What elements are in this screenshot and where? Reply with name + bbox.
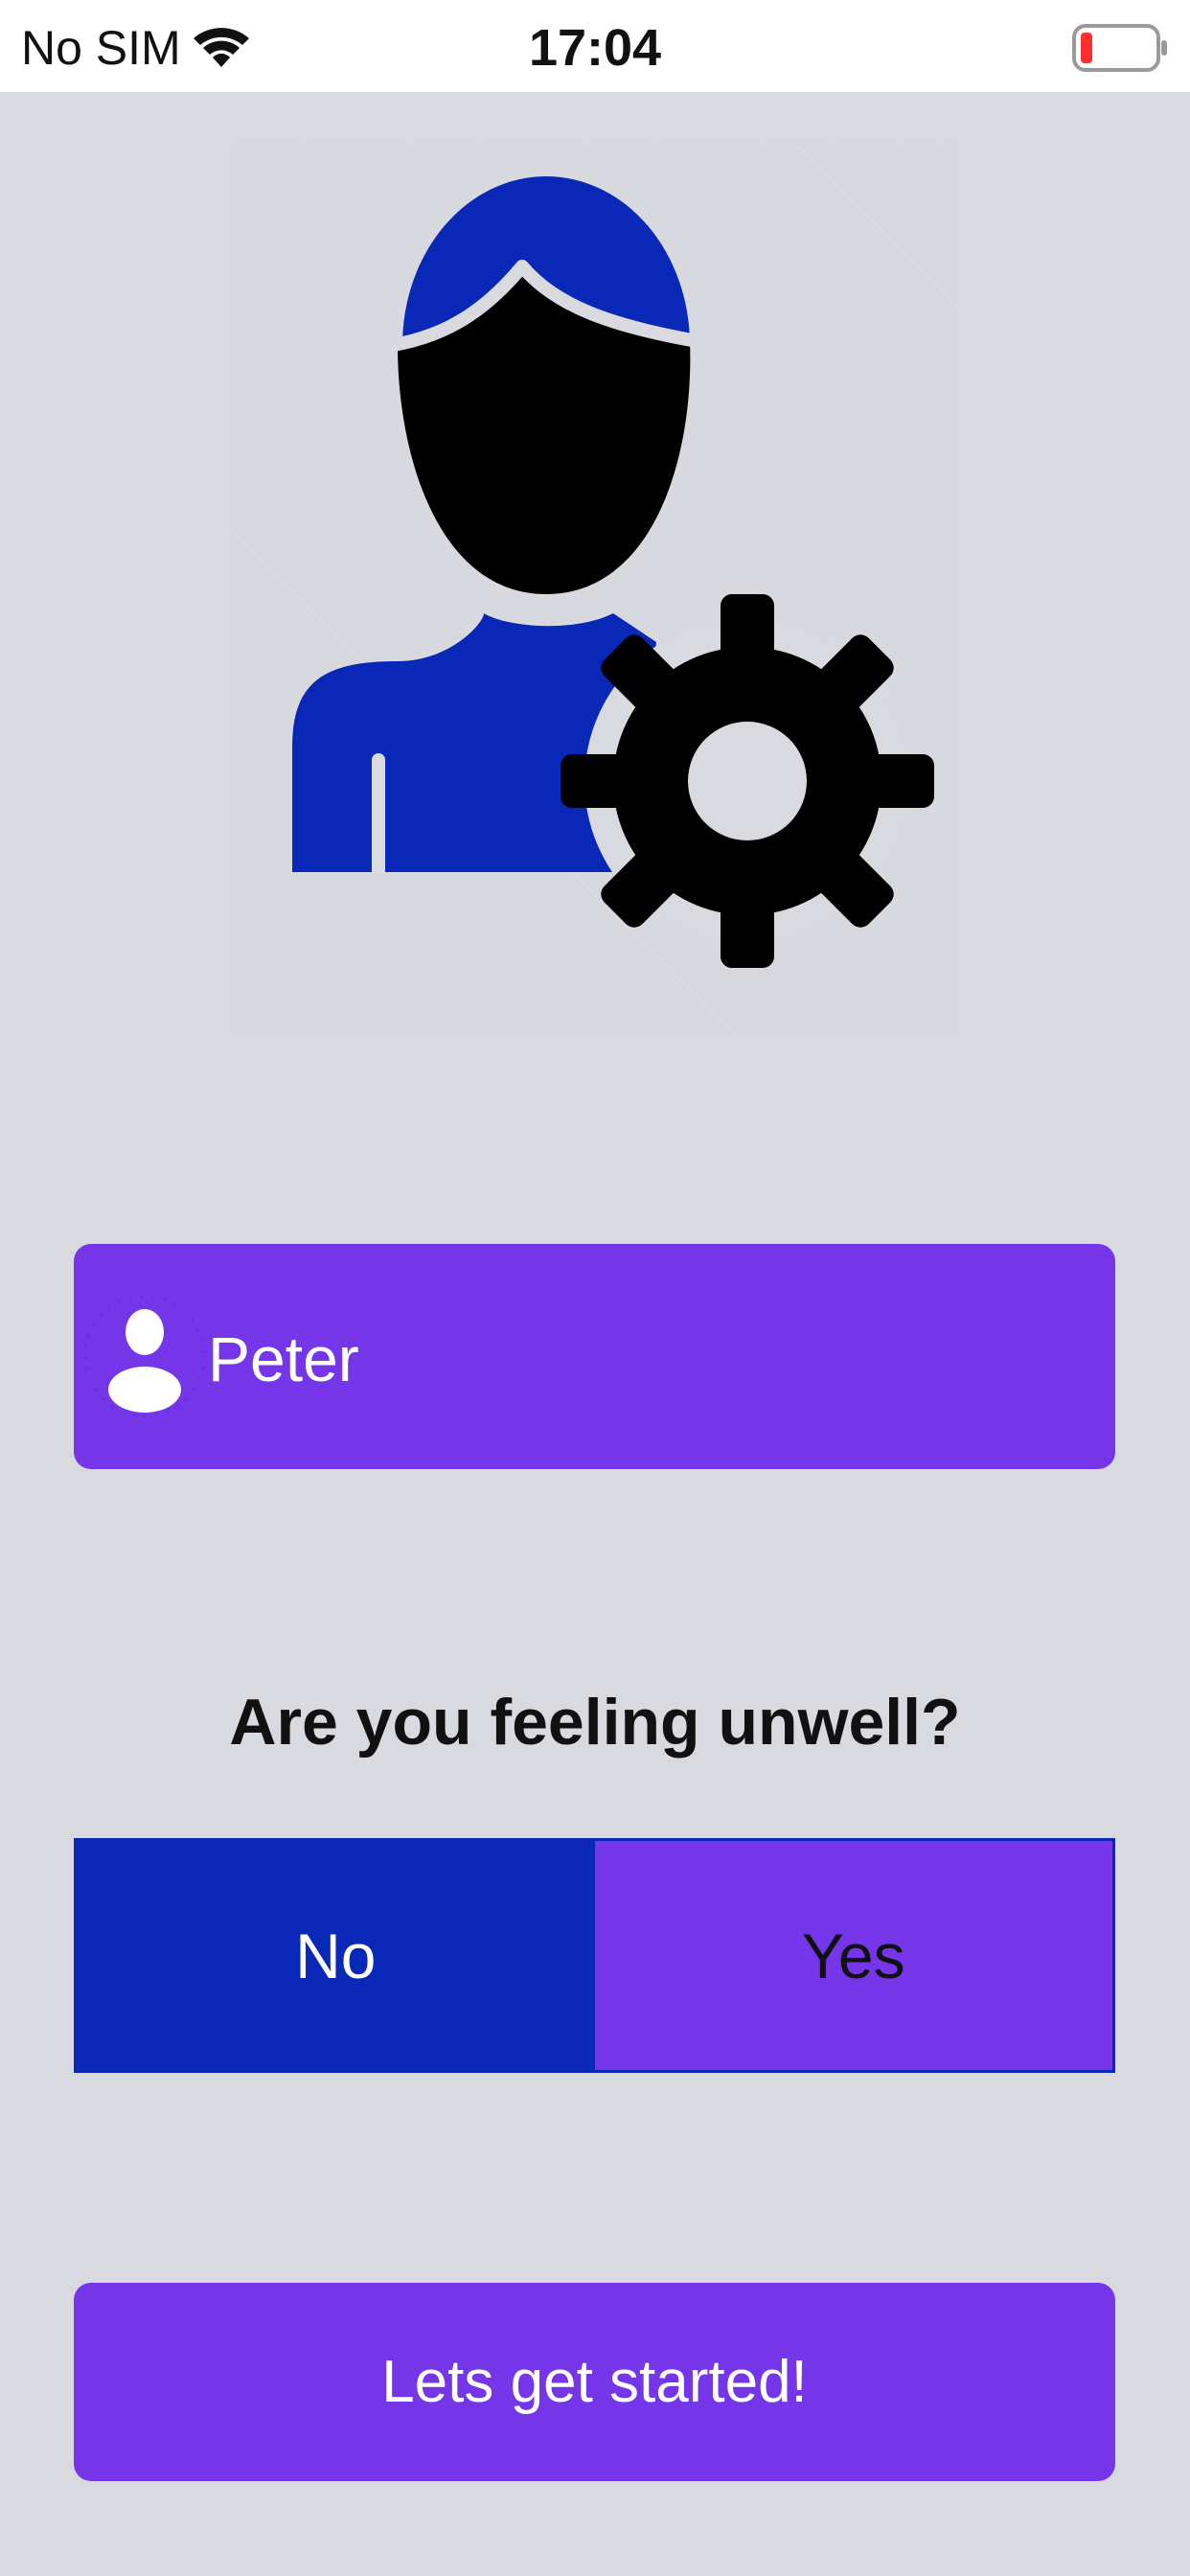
user-settings-icon bbox=[230, 144, 958, 1035]
get-started-button[interactable]: Lets get started! bbox=[74, 2283, 1115, 2481]
status-bar: No SIM 17:04 bbox=[0, 0, 1190, 92]
battery-low-icon bbox=[1071, 23, 1171, 73]
name-field[interactable]: Peter bbox=[74, 1244, 1115, 1469]
question-label: Are you feeling unwell? bbox=[229, 1686, 961, 1759]
unwell-segmented-control: No Yes bbox=[74, 1838, 1115, 2073]
user-avatar-icon bbox=[81, 1282, 208, 1430]
name-value: Peter bbox=[208, 1323, 359, 1394]
clock: 17:04 bbox=[528, 19, 662, 77]
option-yes-button[interactable]: Yes bbox=[594, 1841, 1112, 2070]
option-no-button[interactable]: No bbox=[77, 1841, 595, 2070]
